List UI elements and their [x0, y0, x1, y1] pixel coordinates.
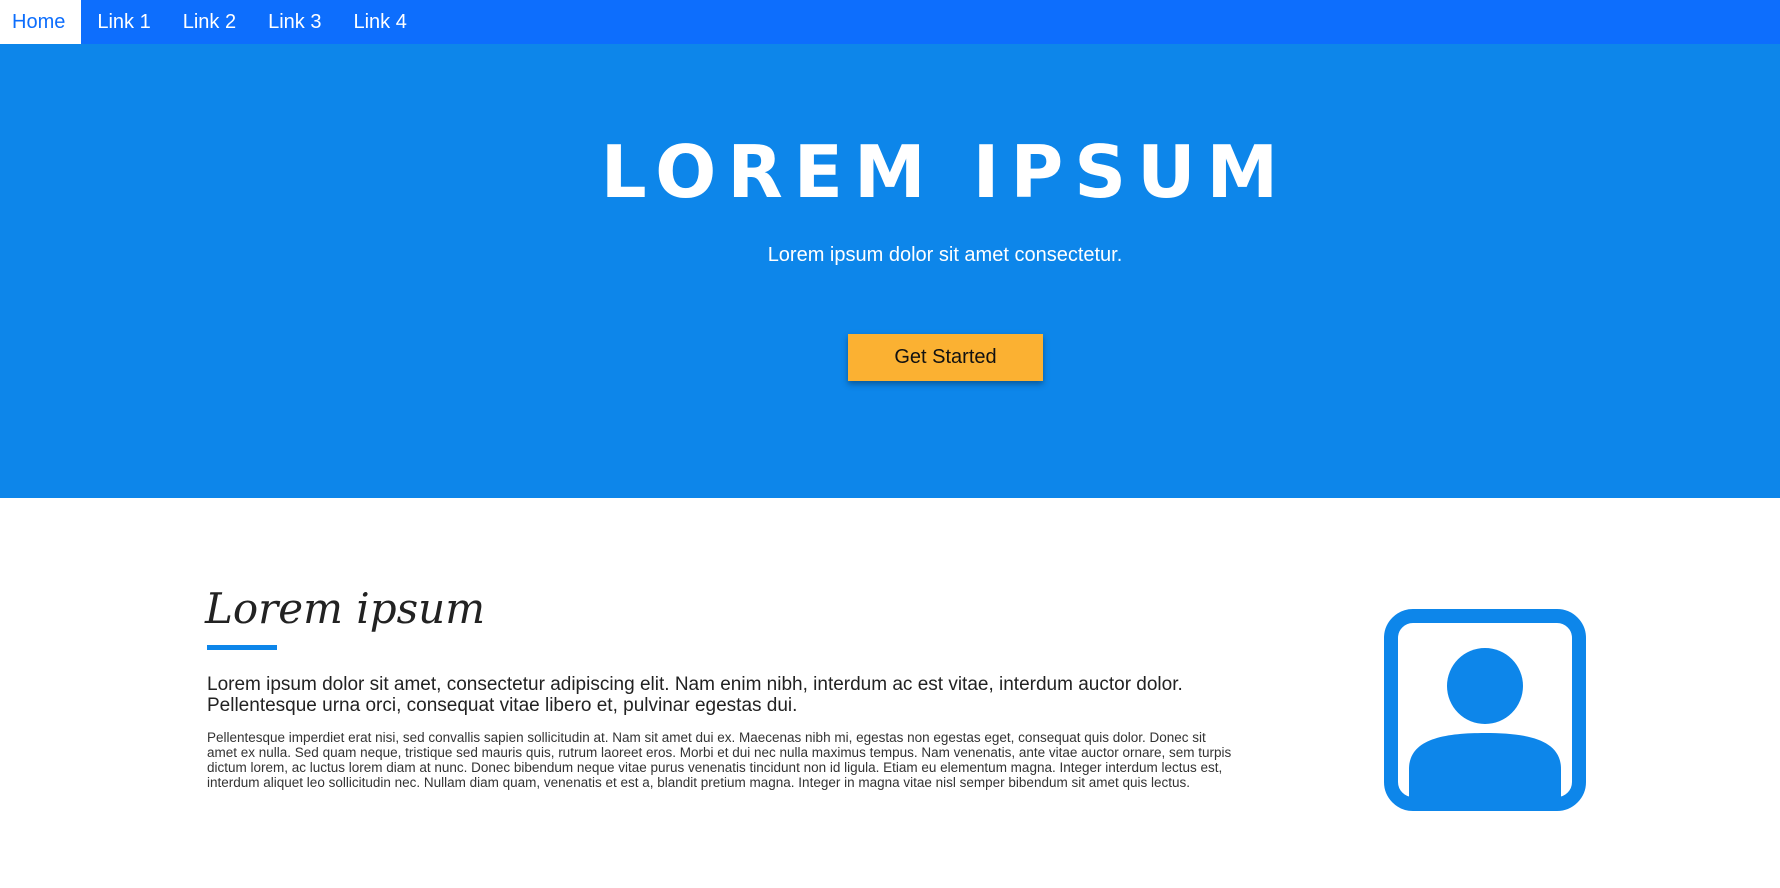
about-body-text: Pellentesque imperdiet erat nisi, sed co…: [207, 730, 1232, 790]
hero-section: LOREM IPSUM Lorem ipsum dolor sit amet c…: [0, 44, 1780, 498]
hero-subtitle: Lorem ipsum dolor sit amet consectetur.: [767, 244, 1123, 266]
nav-link-3[interactable]: Link 3: [256, 0, 333, 44]
hero-title: LOREM IPSUM: [600, 130, 1290, 214]
heading-underline: [207, 645, 277, 650]
nav-link-4[interactable]: Link 4: [341, 0, 418, 44]
top-navbar: Home Link 1 Link 2 Link 3 Link 4: [0, 0, 1780, 44]
about-section: Lorem ipsum Lorem ipsum dolor sit amet, …: [0, 498, 1780, 888]
nav-link-1[interactable]: Link 1: [85, 0, 162, 44]
about-lead-text: Lorem ipsum dolor sit amet, consectetur …: [207, 674, 1183, 716]
about-heading: Lorem ipsum: [205, 584, 486, 633]
get-started-button[interactable]: Get Started: [848, 334, 1043, 381]
nav-link-home[interactable]: Home: [0, 0, 82, 44]
nav-link-2[interactable]: Link 2: [171, 0, 248, 44]
user-portrait-icon: [1384, 609, 1586, 811]
